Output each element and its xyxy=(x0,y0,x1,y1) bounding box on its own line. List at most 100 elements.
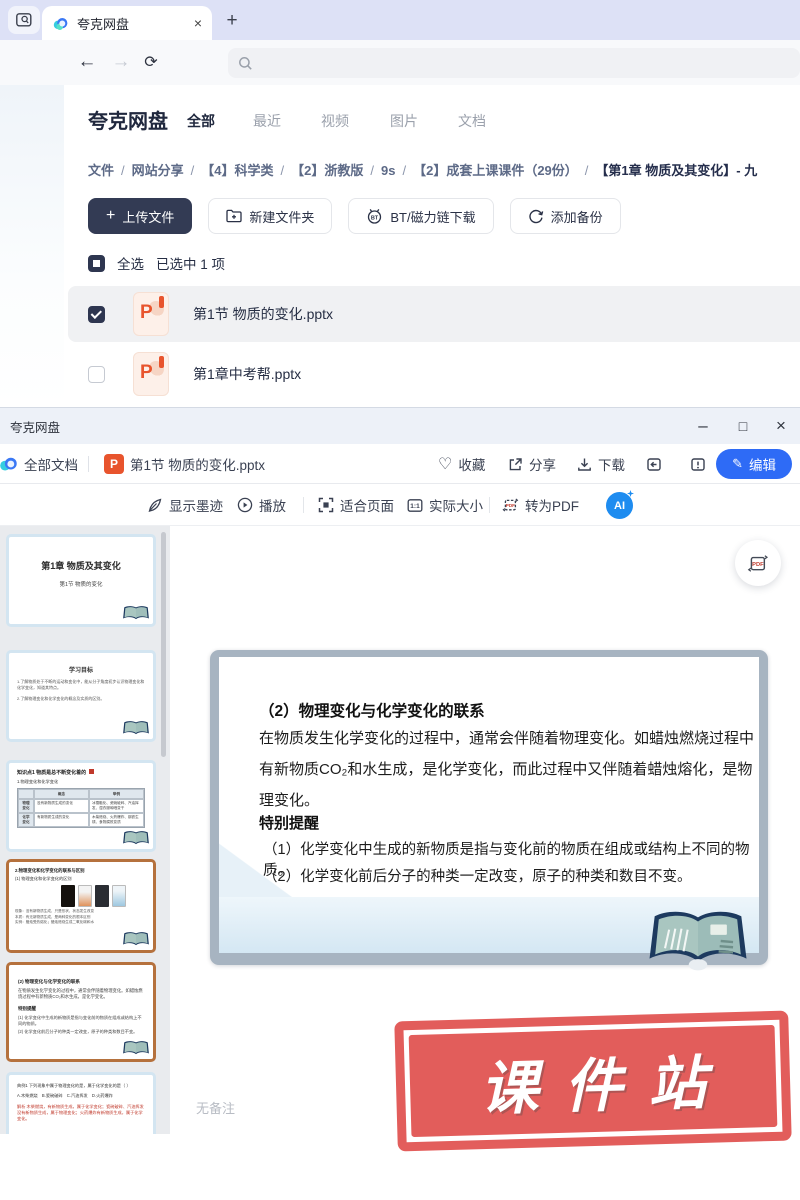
address-search-bar[interactable] xyxy=(228,48,800,78)
rail-scrollbar[interactable] xyxy=(161,532,166,757)
svg-text:1:1: 1:1 xyxy=(410,503,420,510)
file-checkbox[interactable] xyxy=(88,366,105,383)
breadcrumb-item[interactable]: 9s xyxy=(381,163,395,178)
mini-table: 概念 举例 物理变化 没有新物质生成的变化 冰雪融化、瓷碗破碎、汽油挥发、湿衣服… xyxy=(17,788,145,828)
tab-video[interactable]: 视频 xyxy=(321,111,349,131)
bt-download-label: BT/磁力链下载 xyxy=(390,207,475,226)
thumbnail-rail: 第1章 物质及其变化 第1节 物质的变化 学习目标 1.了解物质处于不断的运动和… xyxy=(0,526,170,1134)
tab-all[interactable]: 全部 xyxy=(187,111,215,131)
page-title: 夸克网盘 xyxy=(88,105,168,134)
to-pdf-button[interactable]: PDF 转为PDF xyxy=(502,484,579,526)
folder-plus-icon xyxy=(226,209,242,223)
document-header: 全部文档 P 第1节 物质的变化.pptx 收藏 分享 下载 xyxy=(0,444,800,484)
open-in-new-icon[interactable] xyxy=(646,444,662,484)
breadcrumb-current: 【第1章 物质及其变化】- 九 xyxy=(595,163,757,178)
selection-bar: 全选 已选中 1 项 xyxy=(88,253,225,273)
new-folder-button[interactable]: 新建文件夹 xyxy=(208,198,332,234)
svg-text:PDF: PDF xyxy=(506,503,515,508)
actual-size-icon: 1:1 xyxy=(407,498,423,513)
selected-count: 已选中 1 项 xyxy=(156,253,225,273)
breadcrumb-item[interactable]: 网站分享 xyxy=(132,163,184,178)
slide-thumbnail-3[interactable]: 知识点1 物质是总不断变化着的 1.物理变化和化学变化 概念 举例 物理变化 没… xyxy=(6,760,156,852)
download-icon xyxy=(577,457,592,472)
feedback-icon[interactable] xyxy=(690,444,706,484)
viewer-toolbar: 显示墨迹 播放 适合页面 1:1 实际大小 xyxy=(0,484,800,526)
favorite-button[interactable]: 收藏 xyxy=(438,444,485,484)
forward-button[interactable] xyxy=(110,51,132,73)
slide-heading: （2）物理变化与化学变化的联系 xyxy=(259,699,485,721)
download-button[interactable]: 下载 xyxy=(577,444,625,484)
tab-doc[interactable]: 文档 xyxy=(458,111,486,131)
add-backup-button[interactable]: 添加备份 xyxy=(510,198,621,234)
fit-page-button[interactable]: 适合页面 xyxy=(318,484,394,526)
tab-title: 夸克网盘 xyxy=(77,14,186,33)
close-button[interactable] xyxy=(764,408,798,444)
show-ink-button[interactable]: 显示墨迹 xyxy=(147,484,223,526)
bt-download-button[interactable]: BT BT/磁力链下载 xyxy=(348,198,493,234)
play-button[interactable]: 播放 xyxy=(237,484,286,526)
edit-button[interactable]: 编辑 xyxy=(716,449,792,479)
book-icon xyxy=(122,830,150,847)
svg-text:PDF: PDF xyxy=(752,562,764,568)
select-all-label[interactable]: 全选 xyxy=(117,253,144,273)
breadcrumb-item[interactable]: 【4】科学类 xyxy=(201,163,273,178)
tab-recent[interactable]: 最近 xyxy=(253,111,281,131)
slide-thumbnail-2[interactable]: 学习目标 1.了解物质处于不断的运动和变化中，能从分子角度初步认识物理变化和化学… xyxy=(6,650,156,742)
open-file: P 第1节 物质的变化.pptx xyxy=(104,444,265,484)
watermark-stamp: 课件站 xyxy=(394,1011,791,1152)
book-icon xyxy=(646,907,750,973)
maximize-button[interactable] xyxy=(726,408,760,444)
search-input[interactable] xyxy=(261,56,790,71)
book-icon xyxy=(122,720,150,737)
minimize-button[interactable] xyxy=(686,408,720,444)
file-name[interactable]: 第1节 物质的变化.pptx xyxy=(193,304,333,324)
all-docs-link[interactable]: 全部文档 xyxy=(24,444,78,484)
breadcrumb: 文件/网站分享/【4】科学类/【2】浙教版/9s/【2】成套上课课件（29份）/… xyxy=(88,160,800,179)
back-button[interactable] xyxy=(76,51,98,73)
notes-placeholder[interactable]: 无备注 xyxy=(196,1098,235,1117)
open-file-name: 第1节 物质的变化.pptx xyxy=(130,454,265,474)
upload-button[interactable]: 上传文件 xyxy=(88,198,192,234)
ai-assistant-icon[interactable]: AI xyxy=(606,492,633,519)
share-button[interactable]: 分享 xyxy=(508,444,556,484)
browser-tab[interactable]: 夸克网盘 xyxy=(42,6,212,40)
breadcrumb-item[interactable]: 【2】浙教版 xyxy=(291,163,363,178)
file-name[interactable]: 第1章中考帮.pptx xyxy=(193,364,301,384)
backup-sync-icon xyxy=(528,208,544,224)
tab-close-icon[interactable] xyxy=(194,16,202,30)
quark-mini-logo-icon xyxy=(0,444,20,484)
new-tab-button[interactable] xyxy=(218,8,246,34)
file-row[interactable]: P 第1节 物质的变化.pptx xyxy=(68,286,800,342)
panel-search-icon xyxy=(16,13,32,27)
divider xyxy=(303,497,304,513)
stamp-fill: 课件站 xyxy=(409,1025,778,1137)
breadcrumb-item[interactable]: 文件 xyxy=(88,163,114,178)
sidebar-toggle-button[interactable] xyxy=(8,6,40,34)
slide-thumbnail-4[interactable]: 2.物理变化和化学变化的联系与区别 (1) 物理变化和化学变化的区别 现象：没有… xyxy=(6,859,156,953)
slide-thumbnail-5-current[interactable]: (2) 物理变化与化学变化的联系 在物质发生化学变化的过程中，通常会伴随着物理变… xyxy=(6,962,156,1062)
pptx-file-icon: P xyxy=(133,352,169,396)
add-backup-label: 添加备份 xyxy=(551,207,603,226)
breadcrumb-item[interactable]: 【2】成套上课课件（29份） xyxy=(413,163,578,178)
window-title-bar[interactable]: 夸克网盘 xyxy=(0,408,800,444)
divider xyxy=(88,456,89,472)
tab-image[interactable]: 图片 xyxy=(390,111,418,131)
book-icon xyxy=(122,1040,150,1057)
refresh-button[interactable] xyxy=(140,51,162,73)
actual-size-button[interactable]: 1:1 实际大小 xyxy=(407,484,483,526)
left-gradient xyxy=(0,85,64,408)
screen: 夸克网盘 夸克网盘 全部 最近 视频 图片 文档 文件/网站分享/【4】科学类/… xyxy=(0,0,800,1200)
file-checkbox[interactable] xyxy=(88,306,105,323)
select-all-checkbox[interactable] xyxy=(88,255,105,272)
svg-text:BT: BT xyxy=(371,215,379,221)
slide-thumbnail-1[interactable]: 第1章 物质及其变化 第1节 物质的变化 xyxy=(6,534,156,627)
slide-thumbnail-6[interactable]: 典例1 下列现象中属于物理变化的是，属于化学变化的是（ ） A.木柴燃烧 B.瓷… xyxy=(6,1072,156,1134)
file-row[interactable]: P 第1章中考帮.pptx xyxy=(68,346,800,402)
convert-pdf-float-button[interactable]: PDF xyxy=(735,540,781,586)
heart-icon xyxy=(438,454,452,474)
plus-icon xyxy=(106,208,115,224)
fit-page-icon xyxy=(318,497,334,513)
share-icon xyxy=(508,457,523,472)
experiment-photos xyxy=(61,885,147,907)
slide-tip-title: 特别提醒 xyxy=(259,812,319,833)
